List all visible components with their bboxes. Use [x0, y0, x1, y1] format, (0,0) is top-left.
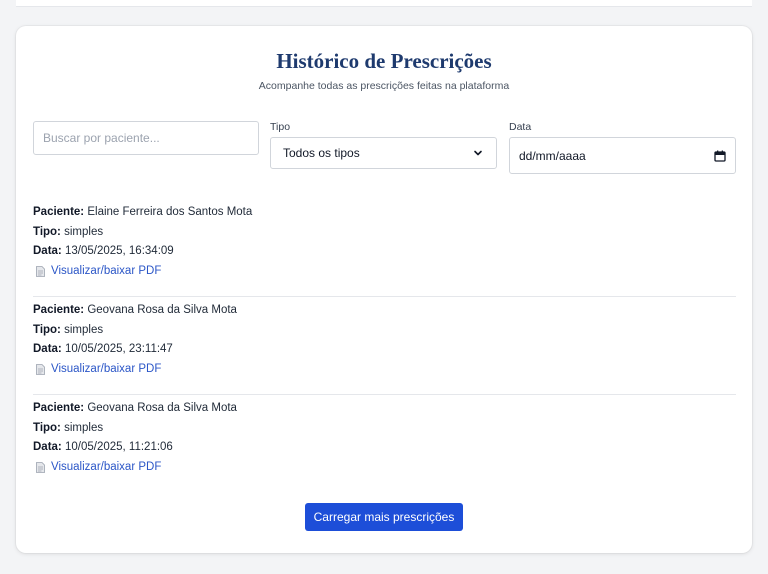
patient-line: Paciente: Geovana Rosa da Silva Mota [33, 402, 237, 414]
list-item: Paciente: Geovana Rosa da Silva Mota Tip… [33, 395, 736, 493]
date-line: Data: 10/05/2025, 23:11:47 [33, 343, 173, 356]
date-line: Data: 13/05/2025, 16:34:09 [33, 245, 174, 258]
page-subtitle: Acompanhe todas as prescrições feitas na… [258, 80, 510, 92]
chevron-down-icon [474, 150, 482, 156]
prescription-type: simples [64, 323, 104, 336]
type-filter-select[interactable]: Todos os tipos [270, 137, 497, 169]
prescription-date: 10/05/2025, 23:11:47 [64, 343, 173, 356]
page-title: Histórico de Prescrições [276, 49, 492, 73]
document-icon [36, 364, 45, 376]
list-item: Paciente: Geovana Rosa da Silva Mota Tip… [33, 297, 736, 395]
pdf-link[interactable]: Visualizar/baixar PDF [33, 360, 161, 380]
type-line: Tipo: simples [33, 225, 104, 238]
top-bar-edge [16, 0, 752, 7]
document-icon [36, 462, 45, 474]
prescription-date: 13/05/2025, 16:34:09 [64, 245, 174, 258]
date-filter-input[interactable]: dd/mm/aaaa [509, 137, 736, 174]
pdf-link[interactable]: Visualizar/baixar PDF [33, 262, 161, 282]
search-input[interactable] [33, 121, 259, 155]
date-filter-label: Data [509, 121, 532, 133]
prescription-history-card: Histórico de Prescrições Acompanhe todas… [16, 26, 752, 553]
prescription-type: simples [64, 421, 104, 434]
pdf-link[interactable]: Visualizar/baixar PDF [33, 458, 161, 478]
document-icon [36, 266, 45, 278]
prescription-type: simples [64, 225, 104, 238]
patient-name: Geovana Rosa da Silva Mota [87, 304, 237, 316]
patient-name: Geovana Rosa da Silva Mota [87, 402, 237, 414]
type-filter-value: Todos os tipos [283, 146, 360, 160]
date-line: Data: 10/05/2025, 11:21:06 [33, 441, 173, 454]
prescription-date: 10/05/2025, 11:21:06 [64, 441, 173, 454]
calendar-icon[interactable] [714, 150, 726, 162]
prescription-list: Paciente: Elaine Ferreira dos Santos Mot… [33, 199, 736, 493]
type-line: Tipo: simples [33, 323, 104, 336]
type-line: Tipo: simples [33, 421, 104, 434]
patient-line: Paciente: Geovana Rosa da Silva Mota [33, 304, 237, 316]
type-filter-label: Tipo [270, 121, 291, 133]
date-filter-placeholder: dd/mm/aaaa [519, 148, 586, 163]
patient-name: Elaine Ferreira dos Santos Mota [87, 206, 253, 218]
list-item: Paciente: Elaine Ferreira dos Santos Mot… [33, 199, 736, 297]
load-more-button[interactable]: Carregar mais prescrições [305, 503, 463, 531]
patient-line: Paciente: Elaine Ferreira dos Santos Mot… [33, 206, 253, 218]
